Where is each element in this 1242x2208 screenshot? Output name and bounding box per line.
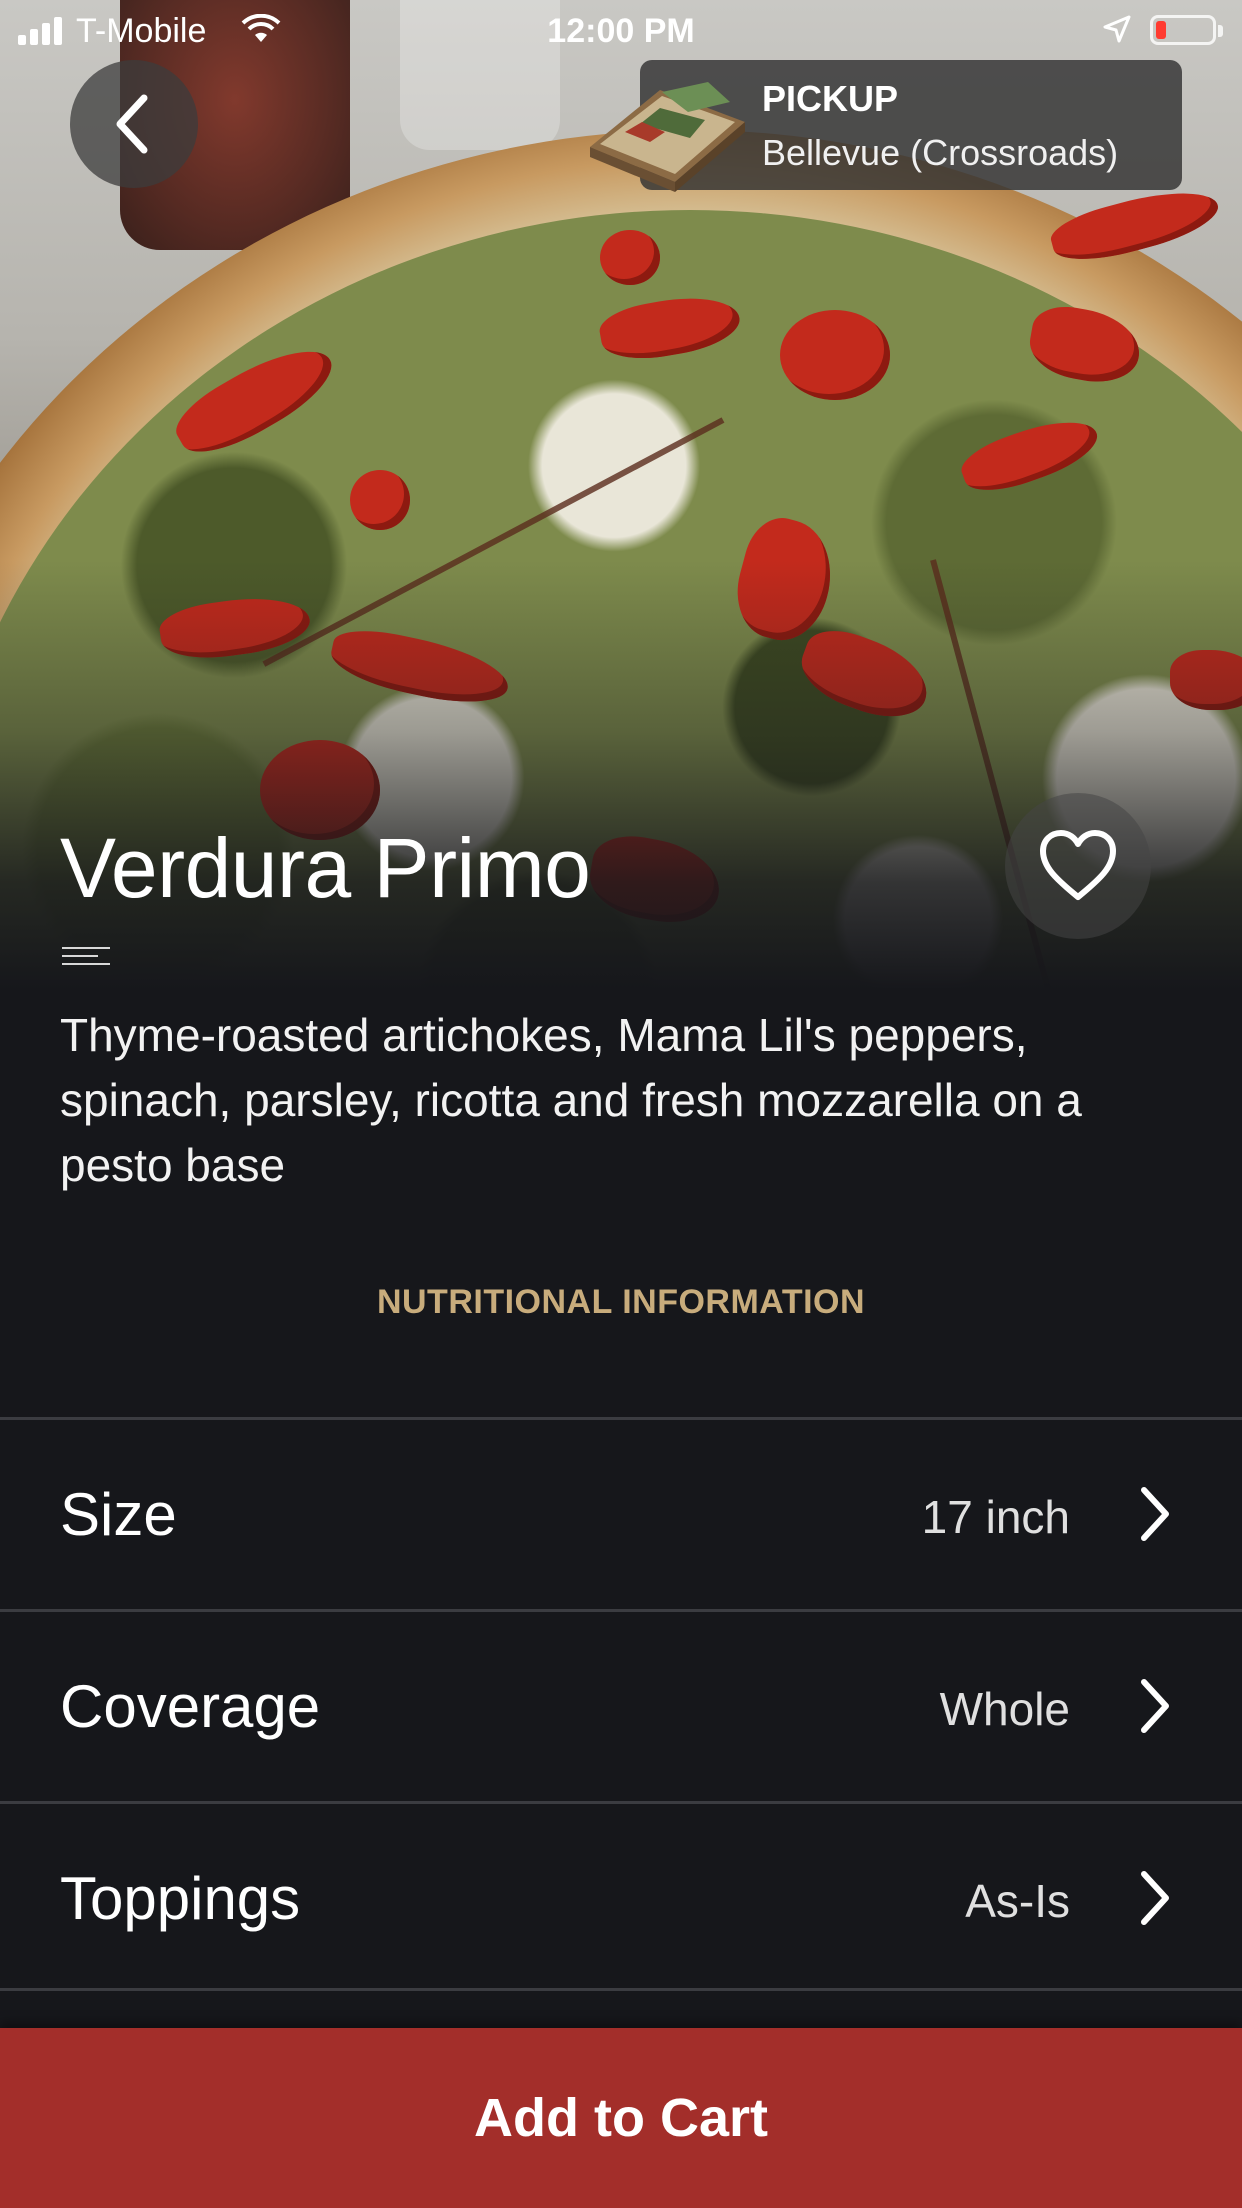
- option-label: Coverage: [60, 1673, 321, 1740]
- add-to-cart-button[interactable]: Add to Cart: [0, 2028, 1242, 2208]
- nutritional-info-link[interactable]: NUTRITIONAL INFORMATION: [0, 1283, 1242, 1322]
- pepper-slice: [600, 230, 660, 285]
- location-arrow-icon: [1103, 15, 1131, 43]
- description-icon: [62, 945, 110, 969]
- heart-outline-icon: [1040, 830, 1116, 900]
- pizza-box-icon: [590, 82, 745, 192]
- clock: 12:00 PM: [547, 12, 695, 50]
- option-row-coverage[interactable]: Coverage Whole: [0, 1609, 1242, 1799]
- battery-level: [1156, 21, 1166, 39]
- option-value: Whole: [939, 1683, 1070, 1735]
- option-label: Size: [60, 1481, 177, 1548]
- favorite-button[interactable]: [1005, 793, 1151, 939]
- chevron-right-icon: [1141, 1871, 1169, 1925]
- chevron-left-icon: [116, 94, 148, 154]
- product-description: Thyme-roasted artichokes, Mama Lil's pep…: [60, 1009, 1082, 1191]
- status-bar: T-Mobile 12:00 PM: [0, 0, 1242, 62]
- option-value: As-Is: [965, 1875, 1070, 1927]
- back-button[interactable]: [70, 60, 198, 188]
- option-row-size[interactable]: Size 17 inch: [0, 1417, 1242, 1607]
- store-location: Bellevue (Crossroads): [762, 132, 1119, 173]
- battery-icon: [1150, 15, 1216, 45]
- battery-nub: [1218, 25, 1223, 37]
- option-row-toppings[interactable]: Toppings As-Is: [0, 1801, 1242, 1991]
- option-label: Toppings: [60, 1865, 301, 1932]
- product-title: Verdura Primo: [60, 821, 591, 915]
- order-mode-label: PICKUP: [762, 78, 899, 119]
- chevron-right-icon: [1141, 1679, 1169, 1733]
- pepper-slice: [780, 310, 890, 400]
- option-value: 17 inch: [921, 1491, 1070, 1543]
- pepper-slice: [350, 470, 410, 530]
- chevron-right-icon: [1141, 1487, 1169, 1541]
